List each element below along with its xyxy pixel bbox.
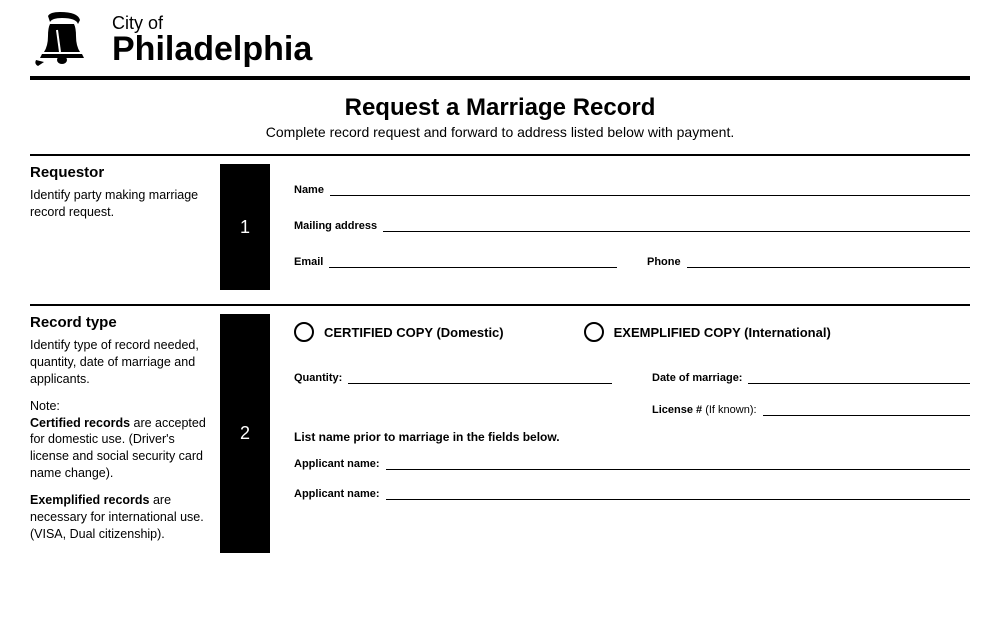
note-label: Note:	[30, 399, 60, 413]
email-label: Email	[294, 256, 323, 268]
radio-exemplified-label: EXEMPLIFIED COPY (International)	[614, 325, 831, 340]
mailing-label: Mailing address	[294, 220, 377, 232]
mailing-input[interactable]	[383, 218, 970, 232]
name-label: Name	[294, 184, 324, 196]
section-record-type: Record type Identify type of record need…	[30, 314, 970, 553]
email-input[interactable]	[329, 254, 617, 268]
license-input[interactable]	[763, 402, 970, 416]
list-name-instruction: List name prior to marriage in the field…	[294, 430, 970, 444]
applicant-name-1-input[interactable]	[386, 456, 970, 470]
applicant-name-1-label: Applicant name:	[294, 458, 380, 470]
date-marriage-input[interactable]	[748, 370, 970, 384]
name-input[interactable]	[330, 182, 970, 196]
section-divider-2	[30, 304, 970, 306]
date-marriage-label: Date of marriage:	[652, 372, 742, 384]
radio-circle-icon	[294, 322, 314, 342]
radio-certified-copy[interactable]: CERTIFIED COPY (Domestic)	[294, 322, 504, 342]
liberty-bell-icon	[30, 10, 100, 70]
requestor-heading: Requestor	[30, 164, 210, 181]
applicant-name-2-input[interactable]	[386, 486, 970, 500]
section-requestor: Requestor Identify party making marriage…	[30, 164, 970, 290]
radio-circle-icon	[584, 322, 604, 342]
record-type-heading: Record type	[30, 314, 210, 331]
phone-label: Phone	[647, 256, 681, 268]
note-certified-bold: Certified records	[30, 416, 130, 430]
requestor-desc: Identify party making marriage record re…	[30, 187, 210, 221]
header-divider	[30, 76, 970, 80]
quantity-input[interactable]	[348, 370, 612, 384]
section-divider-1	[30, 154, 970, 156]
phone-input[interactable]	[687, 254, 970, 268]
applicant-name-2-label: Applicant name:	[294, 488, 380, 500]
page-header: City of Philadelphia	[30, 10, 970, 70]
radio-exemplified-copy[interactable]: EXEMPLIFIED COPY (International)	[584, 322, 831, 342]
step-number-2: 2	[220, 314, 270, 553]
logo-philadelphia: Philadelphia	[112, 32, 312, 66]
record-type-desc: Identify type of record needed, quantity…	[30, 337, 210, 388]
radio-certified-label: CERTIFIED COPY (Domestic)	[324, 325, 504, 340]
page-subtitle: Complete record request and forward to a…	[30, 124, 970, 140]
step-number-1: 1	[220, 164, 270, 290]
license-label: License # (If known):	[652, 404, 757, 416]
page-title-block: Request a Marriage Record Complete recor…	[30, 94, 970, 140]
page-title: Request a Marriage Record	[30, 94, 970, 122]
note-exemplified-bold: Exemplified records	[30, 493, 150, 507]
quantity-label: Quantity:	[294, 372, 342, 384]
